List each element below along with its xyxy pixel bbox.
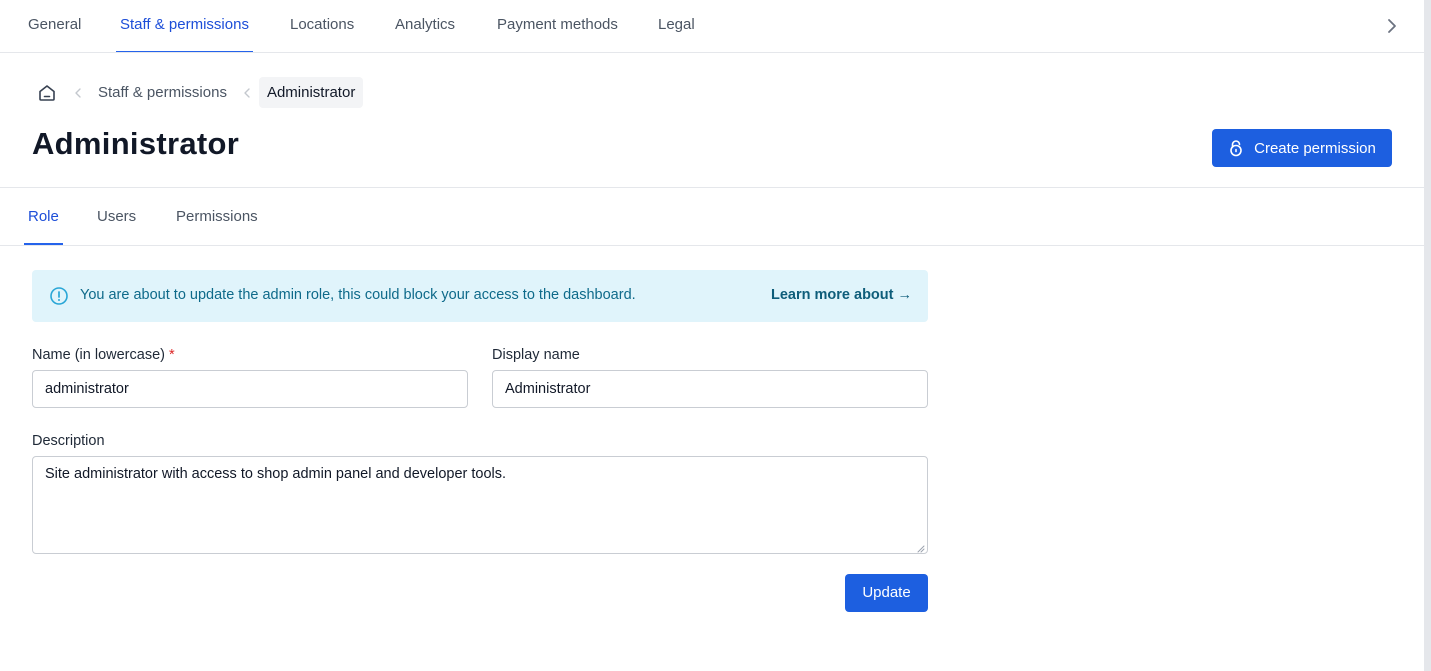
tab-role[interactable]: Role [24,188,63,245]
chevron-left-icon [66,77,90,108]
resize-handle-icon[interactable] [915,541,925,553]
description-textarea[interactable]: Site administrator with access to shop a… [32,456,928,554]
page-title: Administrator [32,126,240,161]
required-marker: * [168,347,175,363]
tab-permissions[interactable]: Permissions [176,188,258,245]
info-circle-icon [49,286,69,306]
home-icon[interactable] [28,77,66,108]
breadcrumb-item-staff-permissions[interactable]: Staff & permissions [90,84,235,101]
tab-staff-permissions[interactable]: Staff & permissions [116,0,253,52]
breadcrumb-item-current: Administrator [258,77,364,108]
name-field-label: Name (in lowercase) * [32,347,175,363]
tab-analytics[interactable]: Analytics [395,0,455,52]
display-name-field-label: Display name [492,347,580,363]
chevron-right-icon[interactable] [1382,16,1402,36]
breadcrumb: Staff & permissions Administrator [28,77,364,108]
name-input[interactable]: administrator [32,370,468,408]
create-permission-label: Create permission [1254,139,1376,157]
role-sub-tabs: Role Users Permissions [0,188,1424,246]
chevron-left-icon [235,77,259,108]
settings-top-tabs: General Staff & permissions Locations An… [0,0,1424,53]
settings-page: General Staff & permissions Locations An… [0,0,1424,671]
tab-general[interactable]: General [28,0,81,52]
page-scrollbar[interactable] [1424,0,1431,671]
lock-icon [1228,139,1244,157]
warning-alert: You are about to update the admin role, … [32,270,928,322]
create-permission-button[interactable]: Create permission [1212,129,1392,167]
learn-more-link[interactable]: Learn more about → [771,287,912,303]
tab-legal[interactable]: Legal [658,0,695,52]
tab-payment-methods[interactable]: Payment methods [497,0,618,52]
description-field-label: Description [32,433,105,449]
tab-users[interactable]: Users [97,188,136,245]
update-button[interactable]: Update [845,574,928,612]
description-text: Site administrator with access to shop a… [45,466,507,482]
tab-locations[interactable]: Locations [290,0,354,52]
display-name-input[interactable]: Administrator [492,370,928,408]
alert-message: You are about to update the admin role, … [80,287,636,303]
